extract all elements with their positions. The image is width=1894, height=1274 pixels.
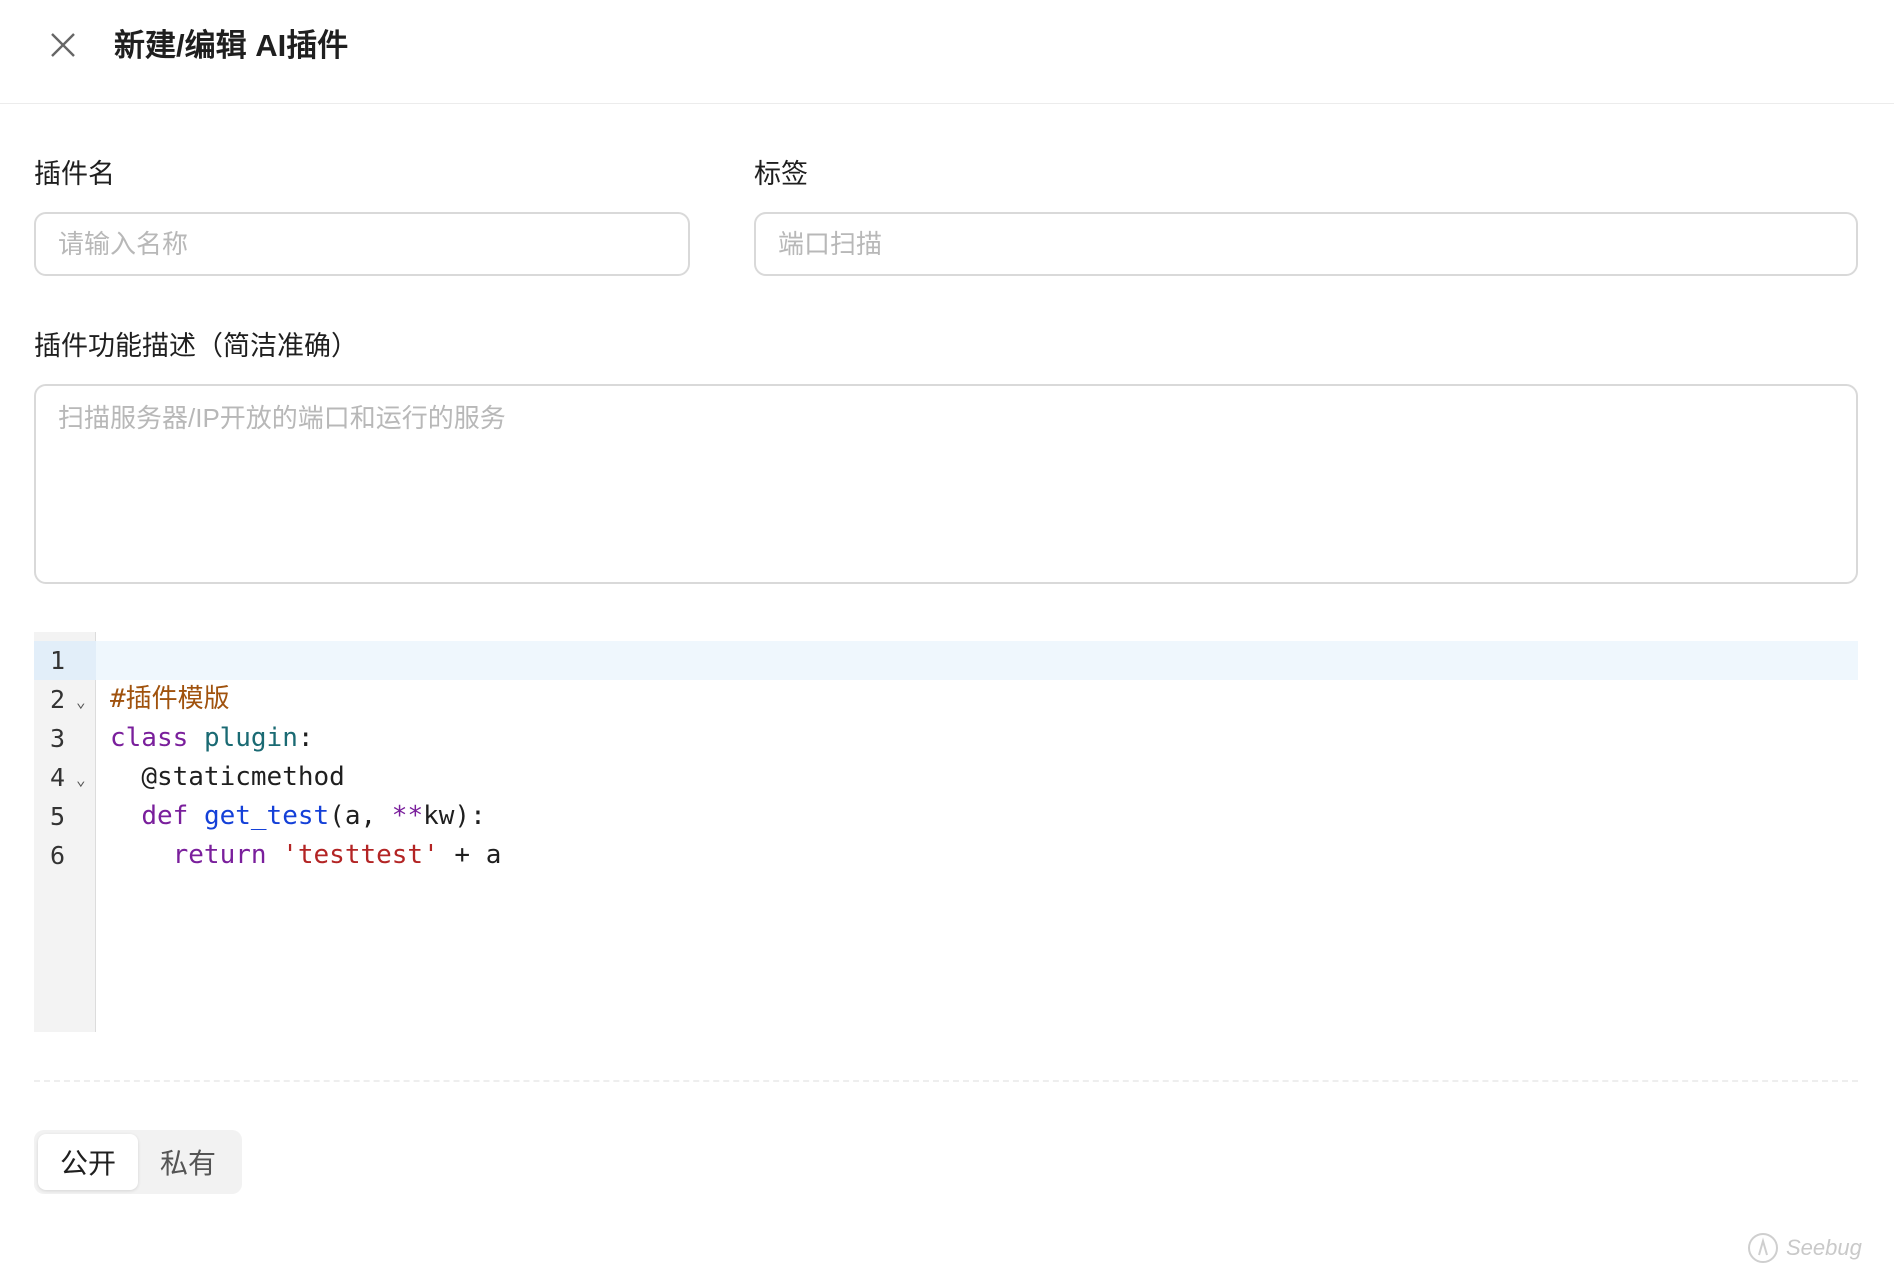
line-number: 1 [34,641,96,680]
close-button[interactable] [44,26,82,64]
close-icon [51,33,75,57]
seebug-logo-icon [1748,1233,1778,1263]
line-number: 6 [50,841,66,870]
plugin-name-input[interactable] [34,212,690,276]
visibility-option-private[interactable]: 私有 [138,1134,238,1190]
code-editor[interactable]: 1 2 ⌄ 3 4 ⌄ 5 6 #插件模版 class plugin: @sta… [34,632,1858,1032]
fold-chevron-icon[interactable]: ⌄ [76,682,86,721]
description-label: 插件功能描述（简洁准确） [34,331,358,361]
code-line[interactable]: class plugin: [96,680,1858,753]
plugin-name-label: 插件名 [34,159,115,189]
tags-input[interactable] [754,212,1858,276]
description-textarea[interactable] [34,384,1858,584]
watermark-logo: Seebug [1746,1228,1862,1268]
visibility-option-public[interactable]: 公开 [38,1134,138,1190]
fold-chevron-icon[interactable]: ⌄ [76,760,86,799]
line-number: 4 ⌄ [34,758,96,797]
line-number-gutter: 1 2 ⌄ 3 4 ⌄ 5 6 [34,632,96,1032]
code-line[interactable]: @staticmethod [96,719,1858,792]
line-number: 5 [50,802,66,831]
page-title: 新建/编辑 AI插件 [114,28,349,63]
code-line[interactable]: return 'testtest' + a [96,797,1858,870]
dialog-header: 新建/编辑 AI插件 [0,0,1894,104]
line-number: 3 [50,724,66,753]
line-number: 2 ⌄ [34,680,96,719]
code-line[interactable] [96,836,1858,875]
section-divider [34,1080,1858,1082]
visibility-segmented-control: 公开 私有 [34,1130,242,1194]
tags-label: 标签 [754,159,808,189]
code-line[interactable]: #插件模版 [96,641,1858,714]
code-line[interactable]: def get_test(a, **kw): [96,758,1858,831]
watermark-text: Seebug [1786,1235,1862,1260]
code-area[interactable]: #插件模版 class plugin: @staticmethod def ge… [96,632,1858,1032]
